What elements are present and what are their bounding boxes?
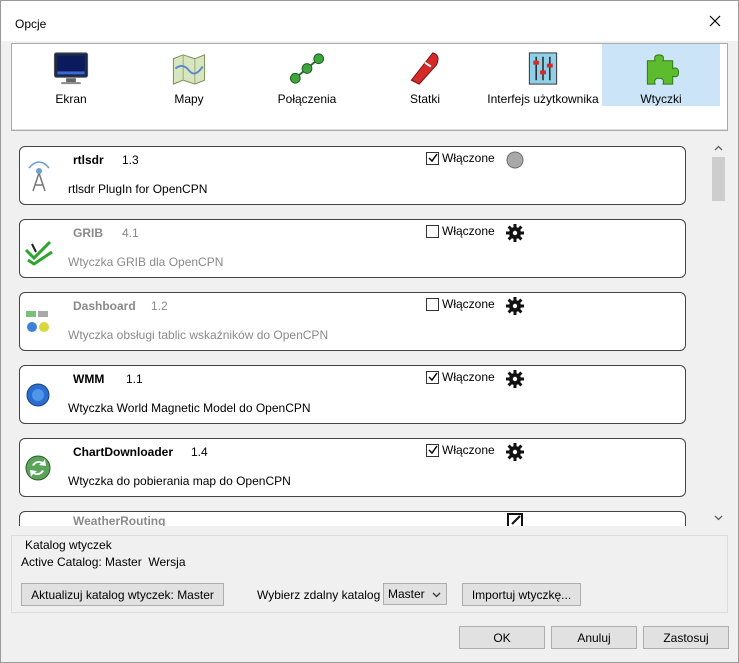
plugin-description: Wtyczka World Magnetic Model do OpenCPN bbox=[68, 401, 311, 415]
checkbox-label: Włączone bbox=[442, 151, 495, 165]
tab-polaczenia[interactable]: Połączenia bbox=[248, 44, 366, 106]
scroll-down-button[interactable] bbox=[710, 509, 727, 526]
globe-icon bbox=[26, 383, 50, 407]
options-toolbar: Ekran Mapy Połączenia Statki Interfejs u… bbox=[11, 43, 728, 131]
puzzle-icon bbox=[646, 54, 680, 85]
plugin-description: Wtyczka obsługi tablic wskaźników do Ope… bbox=[68, 328, 329, 342]
title-bar: Opcje bbox=[1, 1, 738, 41]
scroll-up-button[interactable] bbox=[710, 139, 727, 156]
dashboard-icon bbox=[26, 311, 49, 332]
checkbox-box[interactable] bbox=[426, 370, 439, 384]
plugin-name: WeatherRouting bbox=[73, 514, 166, 526]
tab-label: Mapy bbox=[174, 92, 204, 106]
checkbox-box[interactable] bbox=[426, 224, 439, 238]
close-icon bbox=[709, 15, 721, 27]
update-catalog-button[interactable]: Aktualizuj katalog wtyczek: Master bbox=[21, 583, 224, 606]
checkbox-label: Włączone bbox=[442, 224, 495, 238]
monitor-icon bbox=[53, 52, 89, 85]
chevron-down-icon bbox=[714, 515, 723, 520]
antenna-icon bbox=[28, 161, 50, 192]
checkbox-label: Włączone bbox=[442, 443, 495, 457]
tab-label: Połączenia bbox=[277, 92, 337, 106]
window-title: Opcje bbox=[15, 17, 47, 31]
tab-wtyczki[interactable]: Wtyczki bbox=[602, 44, 720, 106]
ok-button[interactable]: OK bbox=[459, 626, 545, 649]
enabled-checkbox[interactable]: Włączone bbox=[426, 224, 495, 238]
gear-icon[interactable] bbox=[504, 222, 526, 244]
sync-icon bbox=[25, 455, 51, 481]
tab-statki[interactable]: Statki bbox=[366, 44, 484, 106]
enabled-checkbox[interactable]: Włączone bbox=[426, 443, 495, 457]
checkbox-box[interactable] bbox=[426, 443, 439, 457]
plugin-list-scrollbar[interactable] bbox=[710, 139, 727, 526]
check-icon bbox=[427, 153, 438, 163]
gear-icon[interactable] bbox=[504, 295, 526, 317]
plugin-name: GRIB bbox=[73, 226, 103, 240]
checkbox-label: Włączone bbox=[442, 370, 495, 384]
gray-dot-icon bbox=[506, 151, 524, 169]
plugin-name: WMM bbox=[73, 372, 105, 386]
plugin-list[interactable]: rtlsdr 1.3 Włączone rtlsdr PlugIn for Op… bbox=[11, 139, 728, 526]
scroll-thumb[interactable] bbox=[712, 157, 725, 201]
cancel-button[interactable]: Anuluj bbox=[551, 626, 637, 649]
plugin-version: 1.3 bbox=[122, 153, 139, 167]
chevron-up-icon bbox=[714, 145, 723, 150]
enabled-checkbox[interactable]: Włączone bbox=[426, 297, 495, 311]
tab-mapy[interactable]: Mapy bbox=[130, 44, 248, 106]
remote-catalog-value: Master bbox=[388, 587, 425, 601]
plugin-version: 4.1 bbox=[122, 226, 139, 240]
grib-icon bbox=[24, 240, 53, 266]
plugin-version: 1.4 bbox=[191, 445, 208, 459]
plugin-description: Wtyczka GRIB dla OpenCPN bbox=[68, 255, 224, 269]
plugin-version: 1.1 bbox=[126, 372, 143, 386]
apply-button[interactable]: Zastosuj bbox=[643, 626, 729, 649]
plugin-item-wmm[interactable]: WMM 1.1 Włączone Wtyczka World Magnetic … bbox=[19, 365, 686, 424]
import-plugin-button[interactable]: Importuj wtyczkę... bbox=[462, 583, 581, 606]
chevron-down-icon bbox=[432, 592, 441, 598]
plugin-name: Dashboard bbox=[73, 299, 136, 313]
plugin-version: 1.2 bbox=[151, 299, 168, 313]
plugin-item-grib[interactable]: GRIB 4.1 Włączone Wtyczka GRIB dla OpenC… bbox=[19, 219, 686, 278]
tab-label: Wtyczki bbox=[640, 92, 682, 106]
checkbox-label: Włączone bbox=[442, 297, 495, 311]
plugin-catalog-group: Katalog wtyczek Active Catalog: Master W… bbox=[11, 535, 728, 613]
check-icon bbox=[427, 445, 438, 455]
tab-label: Statki bbox=[409, 92, 440, 106]
remote-catalog-select[interactable]: Master bbox=[383, 583, 447, 605]
plugin-item-chartdownloader[interactable]: ChartDownloader 1.4 Włączone Wtyczka do … bbox=[19, 438, 686, 497]
checkbox-box[interactable] bbox=[426, 151, 439, 165]
tab-interfejs[interactable]: Interfejs użytkownika bbox=[484, 44, 602, 106]
enabled-checkbox[interactable]: Włączone bbox=[426, 151, 495, 165]
tab-ekran[interactable]: Ekran bbox=[12, 44, 130, 106]
plugin-item-dashboard[interactable]: Dashboard 1.2 Włączone Wtyczka obsługi t… bbox=[19, 292, 686, 351]
map-icon bbox=[172, 54, 206, 85]
plugin-item-rtlsdr[interactable]: rtlsdr 1.3 Włączone rtlsdr PlugIn for Op… bbox=[19, 146, 686, 205]
plugin-description: Wtyczka do pobierania map do OpenCPN bbox=[68, 474, 291, 488]
options-dialog: Opcje Ekran Mapy Połączenia Statki Inter… bbox=[0, 0, 739, 663]
checkbox-box[interactable] bbox=[426, 297, 439, 311]
sliders-icon bbox=[528, 52, 558, 85]
plugin-name: ChartDownloader bbox=[73, 445, 174, 459]
remote-catalog-label: Wybierz zdalny katalog bbox=[257, 588, 381, 602]
plugin-name: rtlsdr bbox=[73, 153, 104, 167]
catalog-title: Katalog wtyczek bbox=[25, 538, 112, 552]
enabled-checkbox[interactable]: Włączone bbox=[426, 370, 495, 384]
connections-icon bbox=[289, 53, 325, 84]
tab-label: Interfejs użytkownika bbox=[487, 92, 599, 106]
check-icon bbox=[427, 372, 438, 382]
plugin-item-weatherrouting[interactable]: WeatherRouting bbox=[19, 511, 686, 526]
close-button[interactable] bbox=[692, 1, 738, 41]
plugin-description: rtlsdr PlugIn for OpenCPN bbox=[68, 182, 208, 196]
gear-icon[interactable] bbox=[504, 441, 526, 463]
gear-icon[interactable] bbox=[504, 368, 526, 390]
edit-icon bbox=[507, 513, 523, 526]
active-catalog-text: Active Catalog: Master Wersja bbox=[21, 555, 186, 569]
tab-label: Ekran bbox=[55, 92, 87, 106]
ship-icon bbox=[410, 52, 439, 85]
